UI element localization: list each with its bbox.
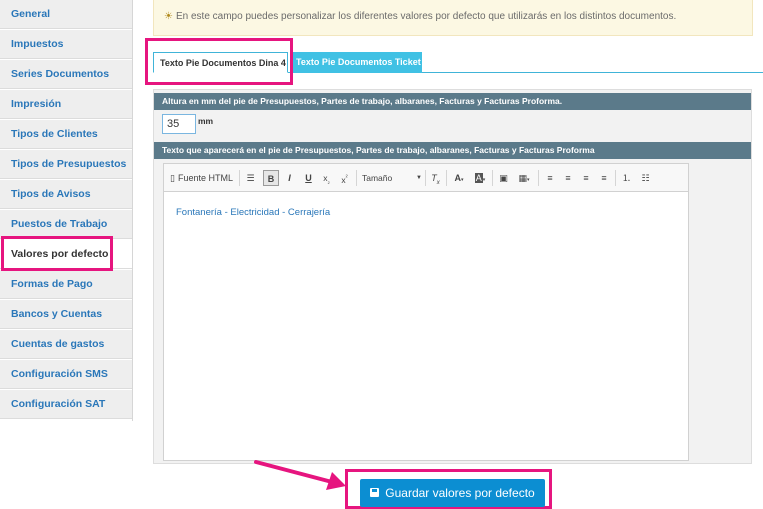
source-html-label: Fuente HTML: [177, 173, 233, 183]
chevron-down-icon: ▼: [416, 175, 422, 181]
sidebar-item-puestos-trabajo[interactable]: Puestos de Trabajo: [0, 210, 132, 239]
height-section-header: Altura en mm del pie de Presupuestos, Pa…: [154, 93, 751, 110]
save-button-label: Guardar valores por defecto: [385, 486, 535, 500]
footer-height-unit: mm: [198, 116, 214, 126]
align-left-icon[interactable]: ≡: [544, 170, 556, 186]
sidebar-item-tipos-clientes[interactable]: Tipos de Clientes: [0, 120, 132, 149]
sidebar-highlight-box: [1, 236, 113, 271]
superscript-icon[interactable]: x²: [338, 170, 351, 186]
sidebar-item-cuentas-gastos[interactable]: Cuentas de gastos: [0, 330, 132, 359]
bullet-list-icon[interactable]: ☷: [639, 170, 652, 186]
tab-highlight-box: [145, 38, 293, 85]
table-icon[interactable]: ▦▾: [514, 170, 534, 186]
pointer-arrow-icon: [254, 460, 346, 490]
toolbar-separator: [615, 170, 616, 186]
paste-text-icon[interactable]: ☰: [244, 170, 257, 186]
sidebar-item-impresion[interactable]: Impresión: [0, 90, 132, 119]
page: General Impuestos Series Documentos Impr…: [0, 0, 763, 509]
sidebar-item-series-documentos[interactable]: Series Documentos: [0, 60, 132, 89]
footer-settings-panel: Altura en mm del pie de Presupuestos, Pa…: [153, 89, 752, 464]
info-text: En este campo puedes personalizar los di…: [175, 11, 677, 22]
info-banner: ☀ En este campo puedes personalizar los d…: [153, 0, 753, 36]
underline-button[interactable]: U: [302, 170, 315, 186]
background-color-icon[interactable]: A▾: [471, 170, 489, 186]
numbered-list-icon[interactable]: ⒈: [620, 170, 633, 186]
bold-button[interactable]: B: [263, 170, 279, 186]
editor-toolbar: ▯ Fuente HTML ☰ B I U x₂ x² Tamaño ▼ Tx A▾…: [164, 164, 688, 192]
toolbar-separator: [356, 170, 357, 186]
align-justify-icon[interactable]: ≡: [598, 170, 610, 186]
source-html-button[interactable]: ▯ Fuente HTML: [170, 170, 236, 186]
subscript-icon[interactable]: x₂: [320, 170, 333, 186]
remove-format-icon[interactable]: Tx: [429, 170, 442, 186]
save-disk-icon: [370, 488, 380, 497]
text-color-icon[interactable]: A▾: [450, 170, 468, 186]
save-defaults-button[interactable]: Guardar valores por defecto: [360, 479, 545, 507]
toolbar-separator: [425, 170, 426, 186]
toolbar-separator: [492, 170, 493, 186]
sidebar-item-tipos-avisos[interactable]: Tipos de Avisos: [0, 180, 132, 209]
font-size-select[interactable]: Tamaño ▼: [362, 170, 424, 186]
font-size-label: Tamaño: [362, 173, 393, 183]
toolbar-separator: [239, 170, 240, 186]
sidebar-item-general[interactable]: General: [0, 0, 132, 29]
sidebar-item-tipos-presupuestos[interactable]: Tipos de Presupuestos: [0, 150, 132, 179]
align-right-icon[interactable]: ≡: [580, 170, 592, 186]
image-icon[interactable]: ▣: [497, 170, 510, 186]
source-icon: ▯: [170, 173, 175, 183]
text-section-header: Texto que aparecerá en el pie de Presupu…: [154, 142, 751, 159]
editor-content[interactable]: Fontanería - Electricidad - Cerrajería: [176, 207, 330, 218]
sidebar-item-configuracion-sat[interactable]: Configuración SAT: [0, 390, 132, 419]
footer-height-input[interactable]: 35: [162, 114, 196, 134]
sidebar-item-impuestos[interactable]: Impuestos: [0, 30, 132, 59]
sidebar-item-bancos-cuentas[interactable]: Bancos y Cuentas: [0, 300, 132, 329]
sidebar-item-configuracion-sms[interactable]: Configuración SMS: [0, 360, 132, 389]
italic-button[interactable]: I: [283, 170, 296, 186]
sidebar: General Impuestos Series Documentos Impr…: [0, 0, 133, 421]
lightbulb-icon: ☀: [164, 11, 173, 22]
sidebar-item-formas-pago[interactable]: Formas de Pago: [0, 270, 132, 299]
align-center-icon[interactable]: ≡: [562, 170, 574, 186]
tab-pie-ticket[interactable]: Texto Pie Documentos Ticket: [290, 52, 422, 73]
toolbar-separator: [538, 170, 539, 186]
rich-text-editor: ▯ Fuente HTML ☰ B I U x₂ x² Tamaño ▼ Tx A▾…: [163, 163, 689, 461]
toolbar-separator: [446, 170, 447, 186]
